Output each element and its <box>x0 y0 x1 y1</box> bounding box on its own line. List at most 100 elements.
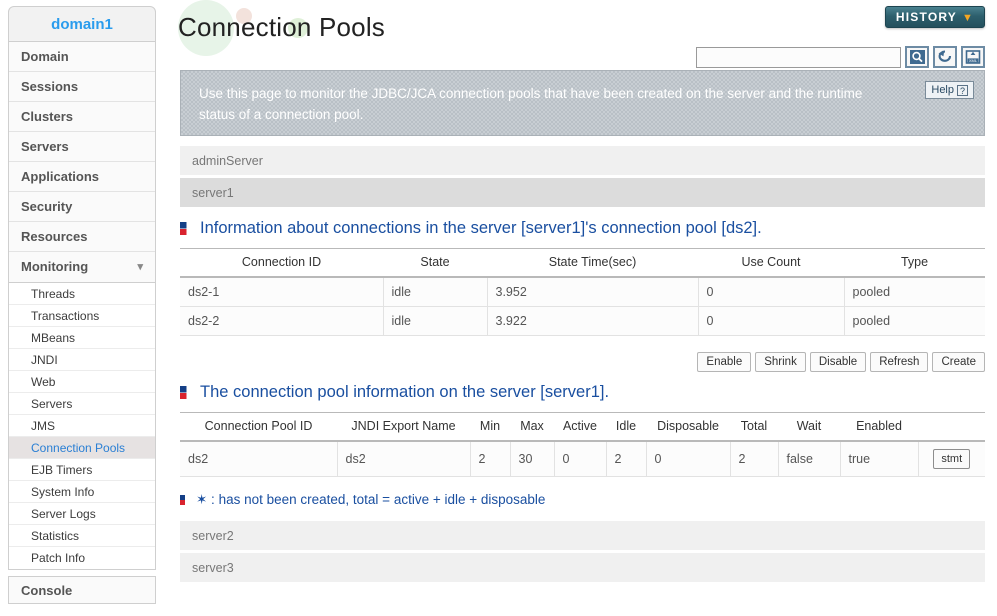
sidebar-item-ejb-timers[interactable]: EJB Timers <box>9 459 155 481</box>
sidebar-primary-nav: Domain Sessions Clusters Servers Applica… <box>8 42 156 283</box>
sidebar-item-servers-monitoring[interactable]: Servers <box>9 393 155 415</box>
stmt-button[interactable]: stmt <box>933 449 971 469</box>
table-row: ds2-1 idle 3.952 0 pooled <box>180 276 985 307</box>
sidebar-item-domain[interactable]: Domain <box>9 42 155 72</box>
connection-actions-toolbar: Enable Shrink Disable Refresh Create <box>697 352 985 372</box>
column-header-disposable: Disposable <box>646 412 730 442</box>
refresh-icon-button[interactable] <box>933 46 957 68</box>
column-header-use-count: Use Count <box>698 248 844 278</box>
xml-export-icon-button[interactable]: XML <box>961 46 985 68</box>
cell-connection-pool-id: ds2 <box>180 440 338 477</box>
sidebar-item-server-logs[interactable]: Server Logs <box>9 503 155 525</box>
cell-enabled: true <box>839 440 919 477</box>
help-button[interactable]: Help ? <box>925 81 974 99</box>
sidebar-subitem-label: EJB Timers <box>31 463 93 477</box>
search-icon-button[interactable] <box>905 46 929 68</box>
enable-button[interactable]: Enable <box>697 352 752 372</box>
column-header-state-time: State Time(sec) <box>487 248 698 278</box>
sidebar-domain-header[interactable]: domain1 <box>8 6 156 42</box>
create-button[interactable]: Create <box>932 352 985 372</box>
column-header-connection-id: Connection ID <box>180 248 383 278</box>
server-row-adminserver[interactable]: adminServer <box>180 146 985 176</box>
cell-state-time: 3.922 <box>486 306 699 336</box>
server-row-label: adminServer <box>192 154 263 168</box>
cell-type: pooled <box>843 276 985 307</box>
sidebar-item-patch-info[interactable]: Patch Info <box>9 547 155 569</box>
disable-button[interactable]: Disable <box>809 352 867 372</box>
cell-connection-id: ds2-1 <box>180 276 384 307</box>
cell-total: 2 <box>729 440 779 477</box>
server-row-label: server3 <box>192 561 234 575</box>
sidebar-item-monitoring[interactable]: Monitoring ▾ <box>9 252 155 282</box>
question-mark-icon: ? <box>957 84 968 96</box>
sidebar-subitem-label: MBeans <box>31 331 76 345</box>
sidebar-item-threads[interactable]: Threads <box>9 283 155 305</box>
section-heading-connections: Information about connections in the ser… <box>180 219 762 238</box>
sidebar-domain-label: domain1 <box>51 16 113 33</box>
sidebar-subitem-label: System Info <box>31 485 95 499</box>
sidebar-item-jndi[interactable]: JNDI <box>9 349 155 371</box>
sidebar-item-jms[interactable]: JMS <box>9 415 155 437</box>
sidebar-item-label: Applications <box>21 169 100 184</box>
shrink-button[interactable]: Shrink <box>755 352 806 372</box>
column-header-min: Min <box>470 412 510 442</box>
sidebar-item-security[interactable]: Security <box>9 192 155 222</box>
sidebar-item-applications[interactable]: Applications <box>9 162 155 192</box>
sidebar-subitem-label: Web <box>31 375 56 389</box>
table-header-row: Connection Pool ID JNDI Export Name Min … <box>180 412 985 442</box>
sidebar-item-label: Security <box>21 199 73 214</box>
sidebar-item-resources[interactable]: Resources <box>9 222 155 252</box>
cell-actions: stmt <box>917 440 985 477</box>
sidebar-item-sessions[interactable]: Sessions <box>9 72 155 102</box>
main-content: Connection Pools HISTORY ▼ XML Use this … <box>168 0 997 616</box>
column-header-enabled: Enabled <box>840 412 918 442</box>
sidebar-item-mbeans[interactable]: MBeans <box>9 327 155 349</box>
sidebar-subitem-label: Server Logs <box>31 507 96 521</box>
sidebar-item-statistics[interactable]: Statistics <box>9 525 155 547</box>
sidebar-item-connection-pools[interactable]: Connection Pools <box>9 437 155 459</box>
sidebar-subitem-label: JNDI <box>31 353 58 367</box>
history-button[interactable]: HISTORY ▼ <box>885 6 985 28</box>
sidebar-item-transactions[interactable]: Transactions <box>9 305 155 327</box>
column-header-active: Active <box>554 412 606 442</box>
server-row-label: server1 <box>192 186 234 200</box>
column-header-type: Type <box>844 248 985 278</box>
table-row: ds2-2 idle 3.922 0 pooled <box>180 306 985 336</box>
section-heading-text: Information about connections in the ser… <box>200 219 762 237</box>
section-heading-text: The connection pool information on the s… <box>200 383 610 401</box>
sidebar-subitem-label: Threads <box>31 287 76 301</box>
server-row-server2[interactable]: server2 <box>180 521 985 551</box>
cell-use-count: 0 <box>697 306 845 336</box>
cell-min: 2 <box>469 440 511 477</box>
column-header-actions <box>918 412 985 442</box>
sidebar-item-console[interactable]: Console <box>8 576 156 604</box>
table-header-row: Connection ID State State Time(sec) Use … <box>180 248 985 278</box>
search-toolbar: XML <box>696 46 985 68</box>
info-banner-text: Use this page to monitor the JDBC/JCA co… <box>199 86 863 122</box>
section-bullet-icon <box>180 386 193 399</box>
page-title: Connection Pools <box>178 12 385 42</box>
sidebar-item-servers[interactable]: Servers <box>9 132 155 162</box>
footnote-bullet-icon <box>180 495 190 505</box>
sidebar-subitem-label: Connection Pools <box>31 441 126 455</box>
sidebar-item-system-info[interactable]: System Info <box>9 481 155 503</box>
cell-idle: 2 <box>605 440 647 477</box>
svg-text:XML: XML <box>969 58 978 63</box>
sidebar-item-label: Servers <box>21 139 69 154</box>
refresh-button[interactable]: Refresh <box>870 352 929 372</box>
cell-connection-id: ds2-2 <box>180 306 384 336</box>
history-button-label: HISTORY <box>895 10 957 24</box>
sidebar-item-clusters[interactable]: Clusters <box>9 102 155 132</box>
search-input[interactable] <box>696 46 901 68</box>
sidebar: domain1 Domain Sessions Clusters Servers… <box>8 6 156 616</box>
cell-state-time: 3.952 <box>486 276 699 307</box>
help-button-label: Help <box>931 84 954 96</box>
column-header-idle: Idle <box>606 412 646 442</box>
sidebar-item-web[interactable]: Web <box>9 371 155 393</box>
table-footnote: ✶ : has not been created, total = active… <box>180 492 545 508</box>
server-row-server1[interactable]: server1 <box>180 178 985 208</box>
cell-state: idle <box>382 306 488 336</box>
sidebar-subitem-label: Servers <box>31 397 73 411</box>
server-row-server3[interactable]: server3 <box>180 553 985 583</box>
info-banner: Use this page to monitor the JDBC/JCA co… <box>180 70 985 136</box>
